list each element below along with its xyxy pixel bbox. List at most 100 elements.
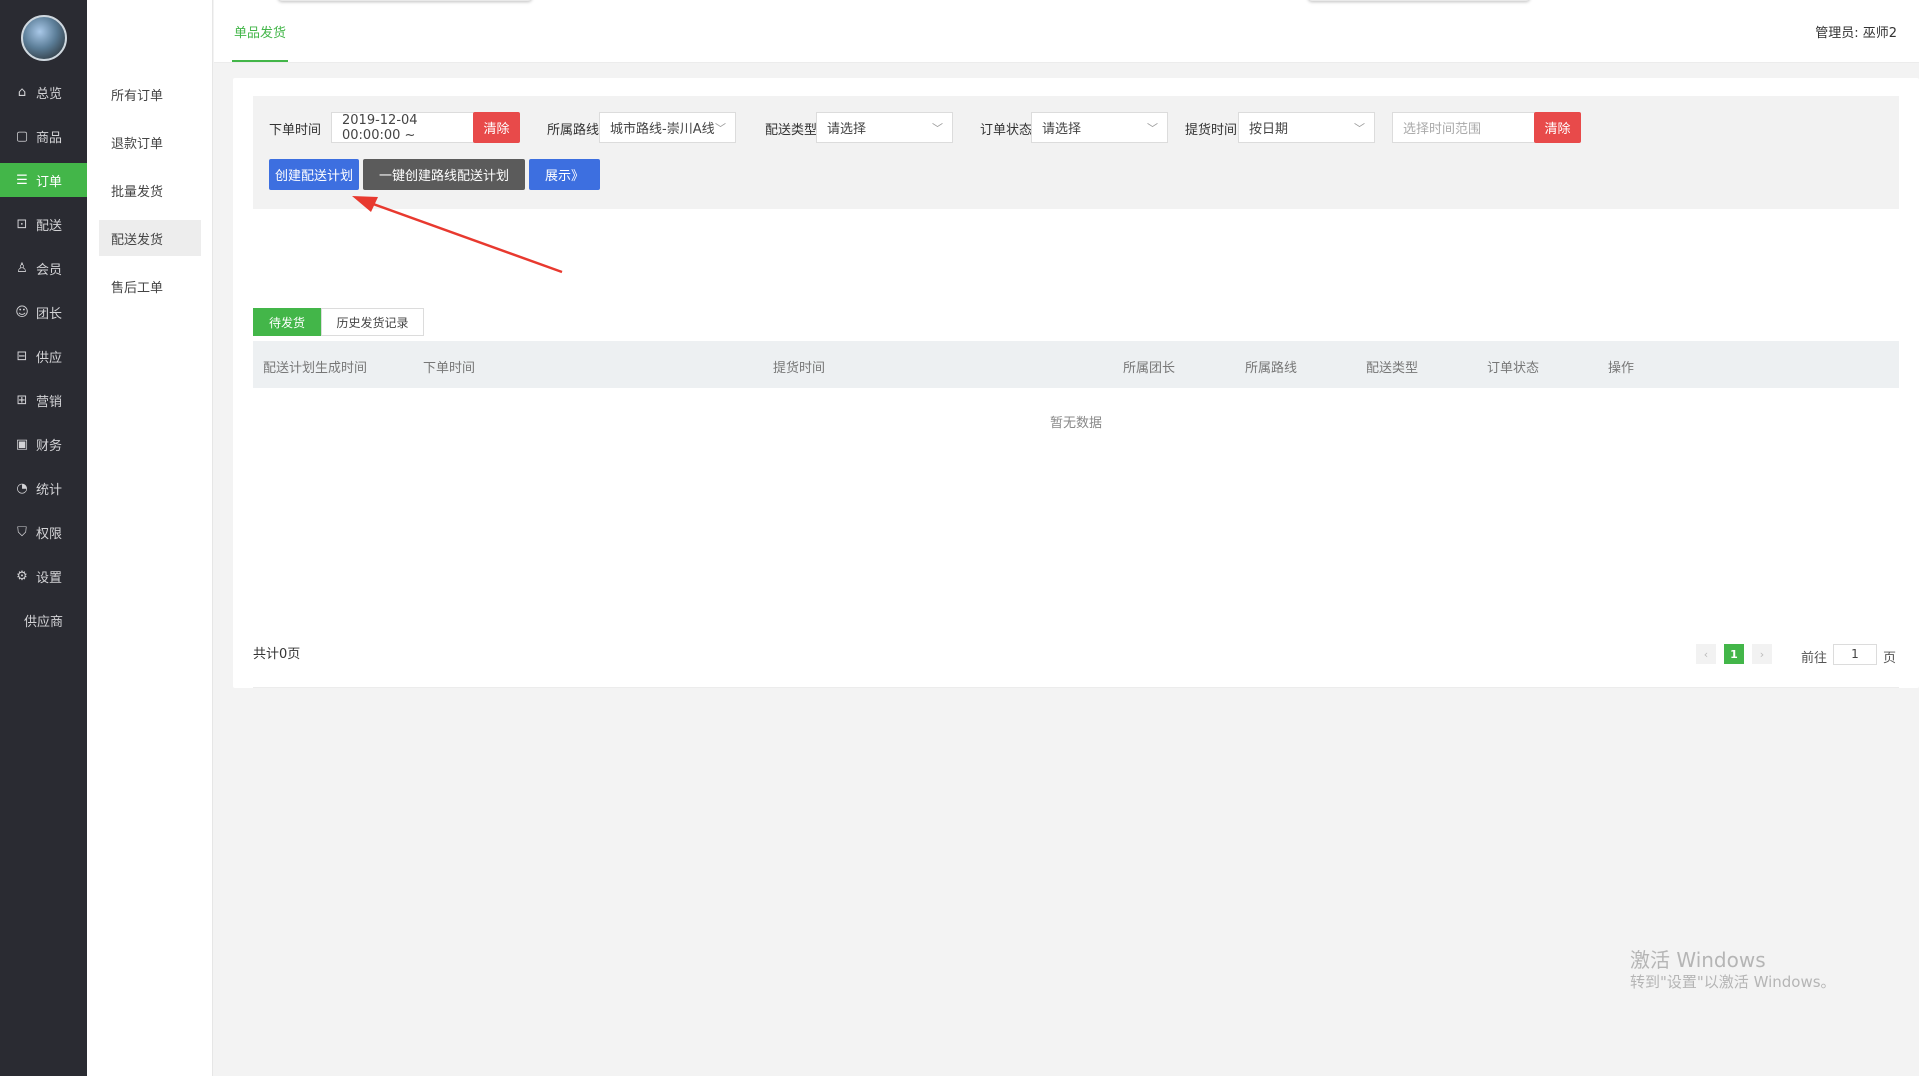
shield-icon: ⛉ xyxy=(17,524,27,540)
sidebar-item-delivery[interactable]: ⊡ 配送 xyxy=(0,207,87,241)
main-sidebar: ⌂ 总览 ▢ 商品 ☰ 订单 ⊡ 配送 ♙ 会员 ☺ 团长 ⊟ 供应 ⊞ 营销 … xyxy=(0,0,87,1076)
filter-panel: 下单时间 2019-12-04 00:00:00 ~ 清除 所属路线 城市路线-… xyxy=(253,96,1899,209)
sidebar-item-label: 供应 xyxy=(36,350,63,366)
sidebar-item-settings[interactable]: ⚙ 设置 xyxy=(0,559,87,593)
column-header: 所属路线 xyxy=(1245,361,1298,376)
one-click-route-plan-button[interactable]: 一键创建路线配送计划 xyxy=(363,159,525,190)
main-card: 下单时间 2019-12-04 00:00:00 ~ 清除 所属路线 城市路线-… xyxy=(233,78,1919,688)
clear-time-range-button[interactable]: 清除 xyxy=(1534,112,1581,143)
route-label: 所属路线 xyxy=(547,123,600,138)
clear-order-time-button[interactable]: 清除 xyxy=(473,112,520,143)
route-select[interactable]: 城市路线-崇川A线 ﹀ xyxy=(599,112,736,143)
chevron-down-icon: ﹀ xyxy=(715,122,726,135)
sidebar-item-orders[interactable]: ☰ 订单 xyxy=(0,163,87,197)
delivery-type-label: 配送类型 xyxy=(765,123,818,138)
member-icon: ♙ xyxy=(16,260,28,276)
gift-icon: ⊞ xyxy=(16,392,28,408)
pagination-total: 共计0页 xyxy=(253,647,301,662)
sidebar-item-label: 配送 xyxy=(36,218,63,234)
column-header: 配送类型 xyxy=(1366,361,1419,376)
shop-icon: ▢ xyxy=(15,128,29,144)
sidebar-item-goods[interactable]: ▢ 商品 xyxy=(0,119,87,153)
subnav-item-delivery-shipping[interactable]: 配送发货 xyxy=(99,220,201,256)
gear-icon: ⚙ xyxy=(16,568,28,584)
sidebar-item-overview[interactable]: ⌂ 总览 xyxy=(0,75,87,109)
subnav-item-refund-orders[interactable]: 退款订单 xyxy=(99,124,201,160)
delivery-type-select[interactable]: 请选择 ﹀ xyxy=(816,112,953,143)
order-status-label: 订单状态 xyxy=(980,123,1033,138)
goto-label: 前往 xyxy=(1801,651,1828,666)
delivery-type-select-value: 请选择 xyxy=(827,122,867,137)
show-more-button[interactable]: 展示》 xyxy=(529,159,600,190)
chart-icon: ◔ xyxy=(16,480,28,496)
sidebar-item-label: 订单 xyxy=(36,174,63,190)
home-icon: ⌂ xyxy=(17,84,27,100)
sidebar-item-label: 财务 xyxy=(36,438,63,454)
next-page-button[interactable]: › xyxy=(1752,644,1772,664)
sidebar-item-label: 营销 xyxy=(36,394,63,410)
table-header: 配送计划生成时间 下单时间 提货时间 所属团长 所属路线 配送类型 订单状态 操… xyxy=(253,341,1899,388)
sidebar-item-label: 权限 xyxy=(36,526,63,542)
sidebar-item-supply[interactable]: ⊟ 供应 xyxy=(0,339,87,373)
windows-activation-hint: 转到"设置"以激活 Windows。 xyxy=(1630,973,1836,991)
create-delivery-plan-button[interactable]: 创建配送计划 xyxy=(269,159,359,190)
divider xyxy=(253,687,1899,688)
tab-single-item-shipping[interactable]: 单品发货 xyxy=(234,22,286,41)
sidebar-item-label: 供应商 xyxy=(24,614,64,630)
admin-name[interactable]: 巫师2 xyxy=(1863,26,1897,41)
order-time-label: 下单时间 xyxy=(269,123,322,138)
order-icon: ☰ xyxy=(16,172,28,188)
chevron-down-icon: ﹀ xyxy=(1354,122,1365,135)
sidebar-item-marketing[interactable]: ⊞ 营销 xyxy=(0,383,87,417)
column-header: 订单状态 xyxy=(1487,361,1540,376)
column-header: 下单时间 xyxy=(423,361,476,376)
order-time-input[interactable]: 2019-12-04 00:00:00 ~ xyxy=(331,112,474,143)
page-unit-label: 页 xyxy=(1883,651,1897,666)
chevron-down-icon: ﹀ xyxy=(1147,122,1158,135)
admin-label: 管理员: xyxy=(1815,26,1859,41)
top-edge-shadow xyxy=(278,0,532,1)
pickup-time-label: 提货时间 xyxy=(1185,123,1238,138)
prev-page-button[interactable]: ‹ xyxy=(1696,644,1716,664)
supply-icon: ⊟ xyxy=(16,348,28,364)
pickup-time-select[interactable]: 按日期 ﹀ xyxy=(1238,112,1375,143)
subnav-item-aftersale-tickets[interactable]: 售后工单 xyxy=(99,268,201,304)
column-header: 所属团长 xyxy=(1123,361,1176,376)
tab-shipping-history[interactable]: 历史发货记录 xyxy=(321,308,424,336)
sidebar-item-leaders[interactable]: ☺ 团长 xyxy=(0,295,87,329)
sidebar-item-suppliers[interactable]: 供应商 xyxy=(0,603,87,637)
top-bar: 单品发货 管理员: 巫师2 xyxy=(214,0,1919,63)
subnav-item-all-orders[interactable]: 所有订单 xyxy=(99,76,201,112)
column-header: 配送计划生成时间 xyxy=(263,361,368,376)
sidebar-item-finance[interactable]: ▣ 财务 xyxy=(0,427,87,461)
sidebar-item-label: 设置 xyxy=(36,570,63,586)
delivery-icon: ⊡ xyxy=(16,216,28,232)
sidebar-item-members[interactable]: ♙ 会员 xyxy=(0,251,87,285)
sidebar-item-label: 总览 xyxy=(36,86,63,102)
column-header: 提货时间 xyxy=(773,361,826,376)
sidebar-item-label: 会员 xyxy=(36,262,63,278)
finance-icon: ▣ xyxy=(15,436,29,452)
chevron-down-icon: ﹀ xyxy=(932,122,943,135)
pickup-time-select-value: 按日期 xyxy=(1249,122,1289,137)
sidebar-item-permissions[interactable]: ⛉ 权限 xyxy=(0,515,87,549)
empty-state-text: 暂无数据 xyxy=(1049,416,1102,431)
order-status-select-value: 请选择 xyxy=(1042,122,1082,137)
top-edge-shadow xyxy=(1308,0,1530,1)
sidebar-item-label: 统计 xyxy=(36,482,63,498)
subnav-item-batch-shipping[interactable]: 批量发货 xyxy=(99,172,201,208)
goto-page-input[interactable]: 1 xyxy=(1833,644,1877,665)
time-range-input[interactable]: 选择时间范围 xyxy=(1392,112,1535,143)
sidebar-item-label: 商品 xyxy=(36,130,63,146)
windows-activation-title: 激活 Windows xyxy=(1630,948,1766,972)
tab-pending-shipment[interactable]: 待发货 xyxy=(253,308,321,336)
column-header: 操作 xyxy=(1608,361,1635,376)
sidebar-item-stats[interactable]: ◔ 统计 xyxy=(0,471,87,505)
route-select-value: 城市路线-崇川A线 xyxy=(610,122,715,137)
page-number-button[interactable]: 1 xyxy=(1724,644,1744,664)
order-status-select[interactable]: 请选择 ﹀ xyxy=(1031,112,1168,143)
avatar[interactable] xyxy=(21,15,67,61)
sidebar-item-label: 团长 xyxy=(36,306,63,322)
active-tab-indicator xyxy=(232,60,288,62)
leader-icon: ☺ xyxy=(15,304,29,320)
